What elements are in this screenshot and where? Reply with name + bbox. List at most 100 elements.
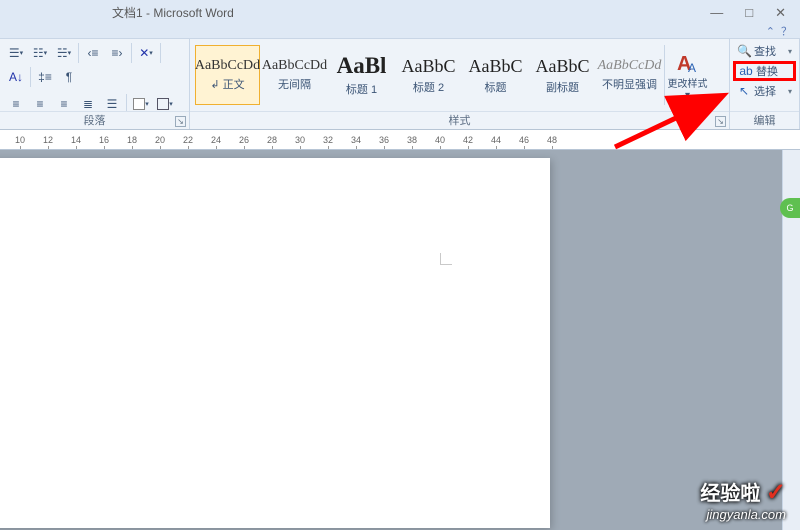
separator	[131, 43, 132, 63]
show-marks-button[interactable]: ¶	[58, 66, 80, 88]
style-caption: 标题	[485, 79, 507, 95]
ruler-tick: 28	[258, 135, 286, 145]
ruler-tick: 12	[34, 135, 62, 145]
ruler-tick: 42	[454, 135, 482, 145]
borders-icon	[157, 98, 169, 110]
bullets-icon: ☰	[9, 46, 20, 60]
align-dist-icon: ☰	[107, 97, 118, 111]
clear-formatting-button[interactable]: ✕▾	[135, 42, 157, 64]
ruler-tick: 40	[426, 135, 454, 145]
style-preview: AaBbC	[469, 56, 523, 77]
style-item-subtitle[interactable]: AaBbC副标题	[530, 45, 595, 105]
separator	[78, 43, 79, 63]
change-styles-button[interactable]: AA更改样式▾	[664, 45, 710, 105]
ruler-tick: 48	[538, 135, 566, 145]
paragraph-mark-icon	[440, 253, 452, 265]
styles-launcher-icon[interactable]: ↘	[715, 116, 726, 127]
change-styles-label: 更改样式▾	[668, 79, 708, 101]
ruler-tick: 34	[342, 135, 370, 145]
align-right-button[interactable]: ≡	[53, 93, 75, 111]
style-preview: AaBbCcDd	[262, 58, 327, 74]
sort-button[interactable]: A↓	[5, 66, 27, 88]
replace-button[interactable]: ab 替换	[733, 61, 796, 81]
ribbon-collapse-icon[interactable]: ⌃	[766, 25, 775, 38]
ruler-tick: 36	[370, 135, 398, 145]
shading-button[interactable]: ▾	[130, 93, 152, 111]
separator	[30, 67, 31, 87]
increase-indent-button[interactable]: ≡›	[106, 42, 128, 64]
close-button[interactable]: ✕	[775, 6, 786, 19]
help-icon[interactable]: ？	[781, 23, 792, 39]
indent-icon: ≡›	[112, 46, 123, 60]
style-caption: 标题 1	[346, 81, 377, 97]
ruler-tick: 18	[118, 135, 146, 145]
decrease-indent-button[interactable]: ‹≡	[82, 42, 104, 64]
horizontal-ruler[interactable]: 6810121416182022242628303234363840424446…	[0, 130, 800, 150]
paragraph-group-label: 段落 ↘	[0, 111, 189, 129]
outdent-icon: ‹≡	[88, 46, 99, 60]
change-styles-icon: AA	[674, 49, 702, 77]
find-button[interactable]: 🔍 查找 ▾	[733, 41, 796, 61]
maximize-button[interactable]: □	[745, 6, 753, 19]
style-item-h1[interactable]: AaBl 标题 1	[329, 45, 394, 105]
paragraph-launcher-icon[interactable]: ↘	[175, 116, 186, 127]
document-area	[0, 150, 800, 530]
ruler-tick: 44	[482, 135, 510, 145]
style-caption: 标题 2	[413, 79, 444, 95]
style-preview: AaBbC	[402, 56, 456, 77]
svg-text:A: A	[688, 61, 696, 75]
align-center-icon: ≡	[36, 97, 43, 111]
watermark-brand: 经验啦 ✓	[700, 477, 786, 507]
paragraph-group: ☰▾ ☷▾ ☵▾ ‹≡ ≡› ✕▾ A↓ ‡≡ ¶ ≡ ≡ ≡ ≣ ☰ ▾ ▾ …	[0, 39, 190, 129]
style-item-normal[interactable]: AaBbCcDd↲ 正文	[195, 45, 260, 105]
number-list-button[interactable]: ☷▾	[29, 42, 51, 64]
ruler-tick: 38	[398, 135, 426, 145]
document-page[interactable]	[0, 158, 550, 528]
check-icon: ✓	[766, 479, 786, 506]
align-justify-button[interactable]: ≣	[77, 93, 99, 111]
style-caption: 无间隔	[278, 76, 311, 92]
separator	[160, 43, 161, 63]
numbering-icon: ☷	[33, 46, 44, 60]
style-item-subtle[interactable]: AaBbCcDd不明显强调	[597, 45, 662, 105]
ruler-tick: 20	[146, 135, 174, 145]
styles-group: AaBbCcDd↲ 正文AaBbCcDd无间隔AaBl标题 1AaBbC标题 2…	[190, 39, 730, 129]
find-icon: 🔍	[737, 44, 751, 58]
title-bar: 文档1 - Microsoft Word — □ ✕	[0, 0, 800, 24]
sort-icon: A↓	[9, 70, 23, 84]
ruler-tick: 22	[174, 135, 202, 145]
borders-button[interactable]: ▾	[154, 93, 176, 111]
align-center-button[interactable]: ≡	[29, 93, 51, 111]
ruler-tick: 16	[90, 135, 118, 145]
document-title: 文档1 - Microsoft Word	[112, 4, 234, 21]
ribbon: ☰▾ ☷▾ ☵▾ ‹≡ ≡› ✕▾ A↓ ‡≡ ¶ ≡ ≡ ≡ ≣ ☰ ▾ ▾ …	[0, 38, 800, 130]
style-preview: AaBl	[337, 53, 387, 79]
styles-group-label: 样式 ↘	[190, 111, 729, 129]
pilcrow-icon: ¶	[66, 70, 72, 84]
ruler-tick: 30	[286, 135, 314, 145]
bullet-list-button[interactable]: ☰▾	[5, 42, 27, 64]
multilevel-list-button[interactable]: ☵▾	[53, 42, 75, 64]
style-item-h2[interactable]: AaBbC 标题 2	[396, 45, 461, 105]
minimize-button[interactable]: —	[710, 6, 723, 19]
replace-icon: ab	[739, 64, 753, 78]
style-preview: AaBbCcDd	[195, 58, 260, 74]
replace-label: 替换	[756, 63, 778, 79]
spacing-icon: ‡≡	[38, 70, 52, 84]
styles-gallery[interactable]: AaBbCcDd↲ 正文AaBbCcDd无间隔AaBl标题 1AaBbC标题 2…	[190, 39, 729, 111]
align-justify-icon: ≣	[83, 97, 93, 111]
align-left-button[interactable]: ≡	[5, 93, 27, 111]
find-label: 查找	[754, 43, 776, 59]
status-badge: G	[780, 198, 800, 218]
watermark: 经验啦 ✓ jingyanla.com	[700, 477, 786, 522]
help-row: ⌃ ？	[0, 24, 800, 38]
style-item-title[interactable]: AaBbC 标题	[463, 45, 528, 105]
align-distribute-button[interactable]: ☰	[101, 93, 123, 111]
ruler-tick: 32	[314, 135, 342, 145]
style-preview: AaBbC	[536, 56, 590, 77]
style-preview: AaBbCcDd	[598, 58, 662, 74]
select-icon: ↖	[737, 84, 751, 98]
style-item-nospace[interactable]: AaBbCcDd 无间隔	[262, 45, 327, 105]
line-spacing-button[interactable]: ‡≡	[34, 66, 56, 88]
select-button[interactable]: ↖ 选择 ▾	[733, 81, 796, 101]
